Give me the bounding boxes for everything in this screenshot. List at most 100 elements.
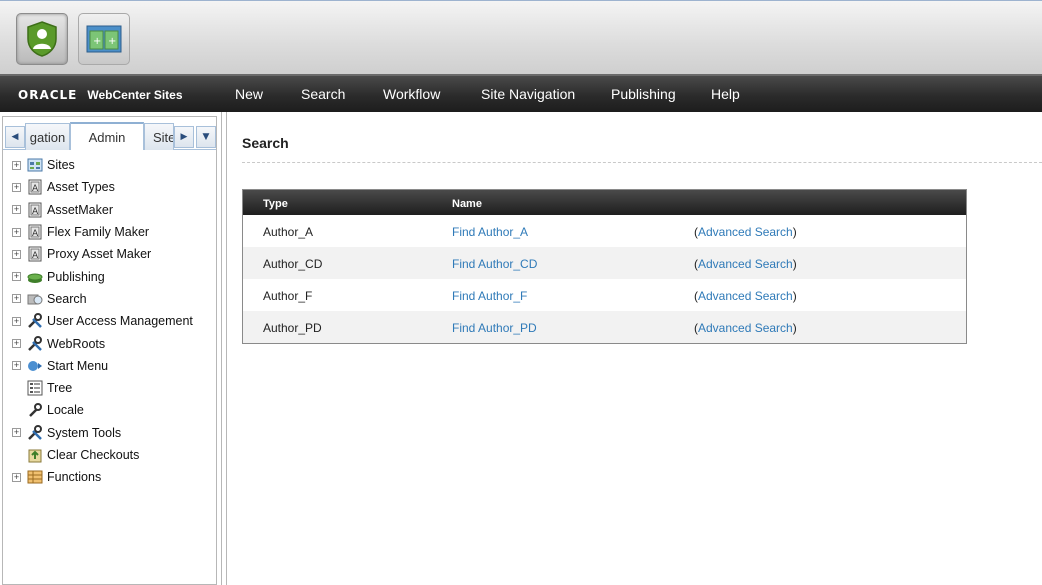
type-cell: Author_PD	[263, 321, 322, 335]
top-toolbar: + +	[0, 0, 1042, 74]
find-link[interactable]: Find Author_F	[452, 289, 527, 303]
main-nav-bar: ORACLE WebCenter Sites New Search Workfl…	[0, 74, 1042, 112]
tab-list-dropdown-button[interactable]: ▼	[196, 126, 216, 148]
tree-item-flex-family-maker[interactable]: + A Flex Family Maker	[3, 221, 216, 243]
tree-item-user-access-management[interactable]: + User Access Management	[3, 310, 216, 332]
expand-icon[interactable]: +	[12, 205, 21, 215]
tree-item-search[interactable]: + Search	[3, 288, 216, 310]
tools-icon	[27, 424, 43, 441]
type-cell: Author_F	[263, 289, 313, 303]
svg-text:+: +	[108, 36, 116, 47]
tab-scroll-left-button[interactable]: ◀	[5, 126, 25, 148]
tools-icon	[27, 313, 43, 329]
oracle-logo-text: ORACLE	[18, 88, 78, 102]
svg-text:A: A	[32, 207, 39, 217]
functions-icon	[27, 469, 43, 485]
expand-icon[interactable]: +	[12, 361, 21, 371]
menu-workflow[interactable]: Workflow	[383, 86, 440, 102]
expand-icon[interactable]: +	[12, 339, 21, 349]
table-row: Author_F Find Author_F (Advanced Search)	[243, 279, 966, 311]
tab-site[interactable]: Site	[144, 123, 174, 150]
tree-item-label[interactable]: Flex Family Maker	[47, 225, 149, 239]
tree-item-label[interactable]: Publishing	[47, 270, 105, 284]
tab-site-navigation[interactable]: gation	[25, 123, 70, 150]
svg-text:A: A	[32, 184, 39, 194]
tree-item-label[interactable]: Tree	[47, 381, 72, 395]
menu-search[interactable]: Search	[301, 86, 345, 102]
table-body: Author_A Find Author_A (Advanced Search) Au…	[243, 215, 966, 343]
expand-icon[interactable]: +	[12, 249, 21, 259]
tab-site-label: Site	[153, 129, 174, 145]
tree-item-webroots[interactable]: + WebRoots	[3, 332, 216, 354]
header-name: Name	[452, 198, 482, 210]
menu-new[interactable]: New	[235, 86, 263, 102]
tree-item-label[interactable]: Proxy Asset Maker	[47, 247, 151, 261]
tree-item-asset-types[interactable]: + A Asset Types	[3, 176, 216, 198]
find-link[interactable]: Find Author_A	[452, 225, 528, 239]
tree-item-sites[interactable]: + Sites	[3, 154, 216, 176]
expand-icon[interactable]: +	[12, 272, 21, 282]
contributor-app-button[interactable]: + +	[78, 13, 130, 65]
tree-item-label[interactable]: Start Menu	[47, 359, 108, 373]
tree-item-functions[interactable]: + Functions	[3, 466, 216, 488]
table-row: Author_PD Find Author_PD (Advanced Search)	[243, 311, 966, 343]
expand-icon[interactable]: +	[12, 472, 21, 482]
tree-item-label[interactable]: WebRoots	[47, 337, 105, 351]
tree-item-clear-checkouts[interactable]: Clear Checkouts	[3, 444, 216, 466]
tree-item-label[interactable]: Locale	[47, 403, 84, 417]
user-shield-icon	[27, 21, 57, 57]
tools-icon	[27, 335, 43, 352]
close-paren: )	[792, 321, 797, 335]
tree-item-tree[interactable]: Tree	[3, 377, 216, 399]
tree-item-label[interactable]: Asset Types	[47, 180, 115, 194]
table-row: Author_CD Find Author_CD (Advanced Search)	[243, 247, 966, 279]
expand-icon[interactable]: +	[12, 227, 21, 237]
tree-icon	[27, 380, 43, 396]
tree-item-label[interactable]: User Access Management	[47, 314, 193, 328]
advanced-search-cell: (Advanced Search)	[694, 257, 797, 271]
svg-text:A: A	[32, 251, 39, 261]
type-cell: Author_CD	[263, 257, 323, 271]
tree-item-locale[interactable]: Locale	[3, 399, 216, 421]
tree-item-system-tools[interactable]: + System Tools	[3, 422, 216, 444]
tree-item-label[interactable]: AssetMaker	[47, 203, 113, 217]
admin-app-button[interactable]	[16, 13, 68, 65]
advanced-search-link[interactable]: Advanced Search	[698, 257, 793, 271]
advanced-search-link[interactable]: Advanced Search	[698, 321, 793, 335]
type-cell: Author_A	[263, 225, 314, 239]
left-navigation-panel: ◀ gation Admin Site ▶ ▼ + Sites + A Asset Ty…	[2, 116, 217, 585]
tab-scroll-right-button[interactable]: ▶	[174, 126, 194, 148]
find-link[interactable]: Find Author_PD	[452, 321, 537, 335]
expand-icon[interactable]: +	[12, 316, 21, 326]
wrench-icon	[27, 402, 43, 418]
panel-tab-strip: ◀ gation Admin Site ▶ ▼	[3, 117, 216, 150]
tree-item-publishing[interactable]: + Publishing	[3, 265, 216, 287]
search-icon	[27, 291, 43, 307]
advanced-search-link[interactable]: Advanced Search	[698, 289, 793, 303]
expand-icon[interactable]: +	[12, 428, 21, 438]
tree-item-assetmaker[interactable]: + A AssetMaker	[3, 199, 216, 221]
find-link[interactable]: Find Author_CD	[452, 257, 537, 271]
asset-icon: A	[27, 224, 43, 240]
menu-help[interactable]: Help	[711, 86, 740, 102]
tree-item-label[interactable]: Search	[47, 292, 87, 306]
tab-admin-label: Admin	[88, 129, 126, 145]
main-content: Search Type Name Author_A Find Author_A (A…	[227, 112, 1042, 585]
expand-icon[interactable]: +	[12, 182, 21, 192]
tree-item-label[interactable]: Sites	[47, 158, 75, 172]
tree-item-start-menu[interactable]: + Start Menu	[3, 355, 216, 377]
svg-text:+: +	[93, 36, 101, 47]
advanced-search-link[interactable]: Advanced Search	[698, 225, 793, 239]
menu-publishing[interactable]: Publishing	[611, 86, 676, 102]
table-header: Type Name	[243, 190, 966, 215]
expand-icon[interactable]: +	[12, 160, 21, 170]
menu-site-navigation[interactable]: Site Navigation	[481, 86, 575, 102]
tree-item-proxy-asset-maker[interactable]: + A Proxy Asset Maker	[3, 243, 216, 265]
tree-item-label[interactable]: Clear Checkouts	[47, 448, 139, 462]
publishing-icon	[27, 269, 43, 285]
tab-admin[interactable]: Admin	[70, 122, 144, 150]
tree-item-label[interactable]: System Tools	[47, 426, 121, 440]
tree-item-label[interactable]: Functions	[47, 470, 101, 484]
expand-icon[interactable]: +	[12, 294, 21, 304]
close-paren: )	[792, 225, 797, 239]
